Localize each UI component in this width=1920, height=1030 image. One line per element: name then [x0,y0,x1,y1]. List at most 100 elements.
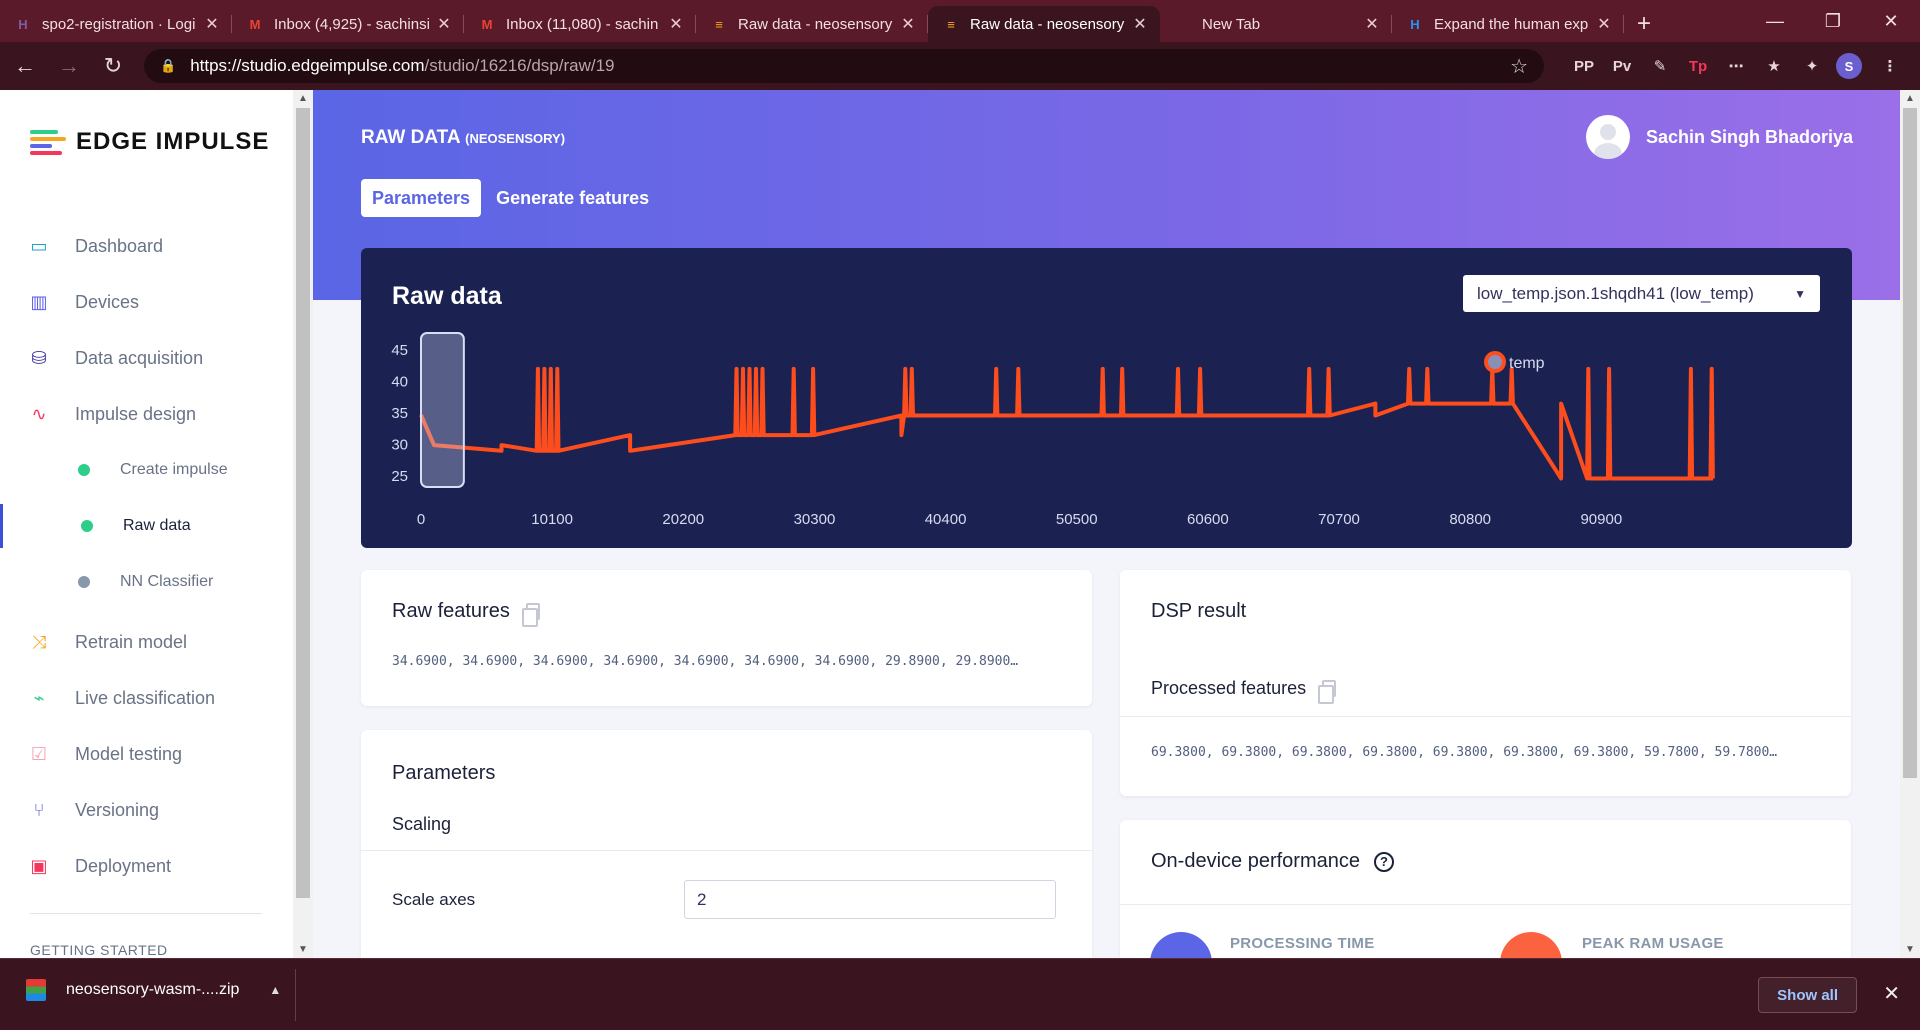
edge-impulse-logo[interactable]: EDGE IMPULSE [30,128,269,156]
tab-generate-features[interactable]: Generate features [485,179,660,217]
sidebar-item-live-classification[interactable]: ⌁ Live classification [0,676,293,720]
scale-axes-input[interactable]: 2 [684,880,1056,919]
lock-icon: 🔒 [160,58,177,73]
extension-icon[interactable]: PP [1566,48,1602,84]
help-icon[interactable]: ? [1373,851,1394,872]
scroll-down-icon[interactable]: ▼ [1900,944,1920,955]
x-tick-label: 30300 [794,511,836,528]
archive-file-icon [26,979,46,1001]
extension-icon[interactable]: Tp [1680,48,1716,84]
dsp-result-title: DSP result [1151,600,1247,622]
x-tick-label: 80800 [1449,511,1491,528]
menu-kebab-icon[interactable]: ⋮ [1872,48,1908,84]
sidebar-item-label: Create impulse [120,461,228,478]
sidebar-subitem-raw-data[interactable]: Raw data [0,504,293,548]
new-tab-button[interactable]: + [1624,6,1664,42]
status-dot [78,576,90,588]
back-icon[interactable]: ← [6,47,44,85]
performance-heading: On-device performance ? [1151,850,1394,873]
signal-icon: ⌁ [33,687,45,708]
browser-tab[interactable]: Hspo2-registration · Logi ✕ [0,6,232,42]
reload-icon[interactable]: ↻ [94,47,132,85]
address-bar[interactable]: 🔒 https://studio.edgeimpulse.com/studio/… [144,49,1544,83]
browser-tab[interactable]: M Inbox (11,080) - sachin ✕ [464,6,696,42]
on-device-performance-card: On-device performance ? PROCESSING TIME … [1120,820,1851,958]
copy-icon[interactable] [521,603,540,627]
chevron-up-icon[interactable]: ▲ [269,983,281,997]
url-host: https://studio.edgeimpulse.com [190,56,425,75]
y-tick-label: 30 [391,437,408,454]
processed-features-values: 69.3800, 69.3800, 69.3800, 69.3800, 69.3… [1151,745,1778,760]
window-controls: — ❐ ✕ [1746,0,1920,42]
forward-icon[interactable]: → [50,47,88,85]
divider [1120,904,1851,905]
browser-tab[interactable]: M Inbox (4,925) - sachinsi ✕ [232,6,464,42]
sidebar-item-devices[interactable]: ▥ Devices [0,280,293,324]
sidebar-item-retrain-model[interactable]: ⤨ Retrain model [0,620,293,664]
copy-icon[interactable] [1318,680,1337,704]
extension-icon[interactable]: ★ [1756,48,1792,84]
tab-close-icon[interactable]: ✕ [898,14,918,34]
tab-parameters[interactable]: Parameters [361,179,482,217]
extension-icon[interactable]: Pv [1604,48,1640,84]
scroll-up-icon[interactable]: ▲ [1900,93,1920,104]
sidebar-item-dashboard[interactable]: ▭ Dashboard [0,224,293,268]
browser-tab[interactable]: H Expand the human exp ✕ [1392,6,1624,42]
browser-tab[interactable]: New Tab ✕ [1160,6,1392,42]
x-tick-label: 70700 [1318,511,1360,528]
user-name: Sachin Singh Bhadoriya [1645,126,1853,147]
window-selector[interactable] [420,332,465,488]
tab-close-icon[interactable]: ✕ [1362,14,1382,34]
tab-title: Raw data - neosensory [970,15,1125,33]
tab-close-icon[interactable]: ✕ [202,14,222,34]
extension-icon[interactable]: ✦ [1794,48,1830,84]
tab-title: Raw data - neosensory [738,15,893,33]
y-tick-label: 40 [391,374,408,391]
extension-icon[interactable]: ✎ [1642,48,1678,84]
extensions-area: PP Pv ✎ Tp ⋯ ★ ✦ [1564,48,1830,84]
scroll-up-icon[interactable]: ▲ [293,93,313,104]
download-item[interactable]: neosensory-wasm-....zip ▲ [26,979,281,1001]
show-all-button[interactable]: Show all [1758,977,1857,1013]
tab-favicon-icon: H [18,16,28,32]
monitor-icon: ▭ [30,235,48,256]
profile-avatar[interactable]: S [1836,53,1862,79]
extension-icon[interactable]: ⋯ [1718,48,1754,84]
sidebar-item-impulse-design[interactable]: ∿ Impulse design [0,392,293,436]
sidebar-subitem-create-impulse[interactable]: Create impulse [0,448,293,492]
sidebar-scrollbar[interactable]: ▲ ▼ [293,90,313,958]
close-window-icon[interactable]: ✕ [1862,0,1920,42]
bookmark-star-icon[interactable]: ☆ [1510,54,1528,79]
tab-title: New Tab [1202,15,1261,33]
minimize-icon[interactable]: — [1746,0,1804,42]
raw-data-chart[interactable]: 25 30 35 40 45 0 10100 20200 30300 40400 50500 6060… [361,248,1852,548]
tab-close-icon[interactable]: ✕ [666,14,686,34]
scroll-down-icon[interactable]: ▼ [293,944,313,955]
page-scrollbar[interactable]: ▲ ▼ [1900,90,1920,958]
logo-bars-icon [30,130,66,155]
sidebar-item-data-acquisition[interactable]: ⛁ Data acquisition [0,336,293,380]
browser-tab[interactable]: ≡ Raw data - neosensory ✕ [696,6,928,42]
sidebar-scroll-thumb[interactable] [296,108,310,898]
scale-axes-label: Scale axes [392,890,476,909]
x-tick-label: 0 [417,511,425,528]
tab-close-icon[interactable]: ✕ [1130,14,1150,34]
legend-label[interactable]: temp [1509,355,1545,372]
browser-tab[interactable]: ≡ Raw data - neosensory ✕ [928,6,1160,42]
sidebar-subitem-nn-classifier[interactable]: NN Classifier [0,560,293,604]
tab-close-icon[interactable]: ✕ [434,14,454,34]
url-path: /studio/16216/dsp/raw/19 [424,56,615,75]
sidebar-item-deployment[interactable]: ▣ Deployment [0,844,293,888]
restore-icon[interactable]: ❐ [1804,0,1862,42]
sidebar-item-label: Retrain model [75,631,188,652]
tab-title: Expand the human exp [1434,15,1589,33]
sidebar-item-versioning[interactable]: ⑂ Versioning [0,788,293,832]
user-menu[interactable]: Sachin Singh Bhadoriya [1585,115,1853,159]
tab-close-icon[interactable]: ✕ [1594,14,1614,34]
legend-marker[interactable] [1484,351,1506,373]
x-tick-label: 20200 [662,511,704,528]
page-scroll-thumb[interactable] [1903,108,1917,778]
sidebar-item-model-testing[interactable]: ☑ Model testing [0,732,293,776]
page-title: RAW DATA (NEOSENSORY) [361,127,565,149]
close-icon[interactable]: ✕ [1883,981,1900,1006]
